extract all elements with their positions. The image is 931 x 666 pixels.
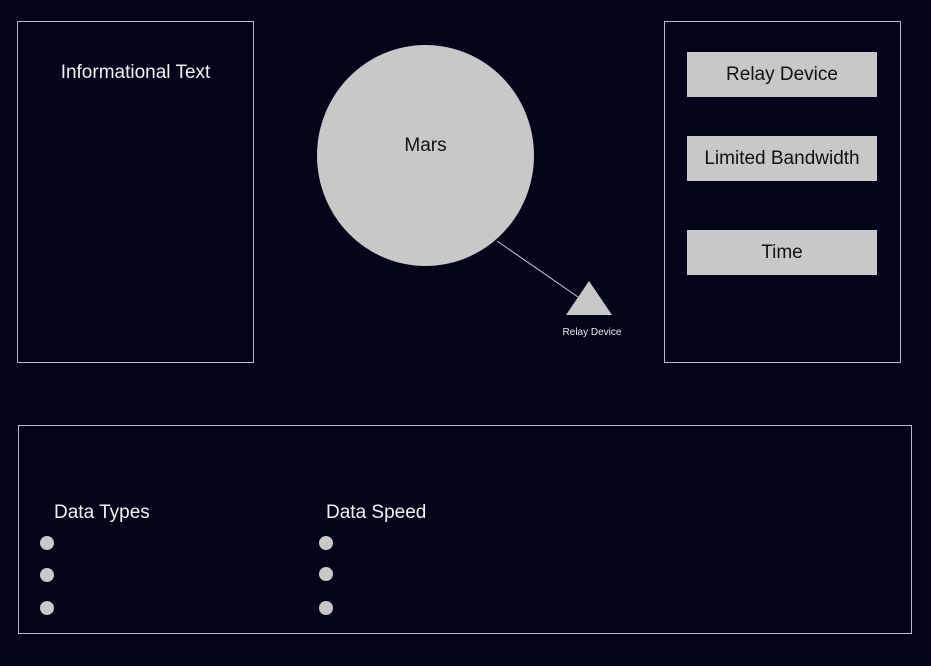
- data-types-bullet: [40, 568, 54, 582]
- limited-bandwidth-button[interactable]: Limited Bandwidth: [687, 136, 877, 181]
- relay-device-triangle-icon[interactable]: [566, 281, 612, 315]
- data-types-title: Data Types: [54, 502, 150, 523]
- data-speed-bullet: [319, 567, 333, 581]
- controls-panel: Relay Device Limited Bandwidth Time: [664, 21, 901, 363]
- data-speed-title: Data Speed: [326, 502, 427, 523]
- data-types-bullet: [40, 536, 54, 550]
- mars-relay-connection-line: [496, 240, 579, 298]
- relay-device-caption: Relay Device: [562, 327, 622, 338]
- data-speed-bullet: [319, 601, 333, 615]
- data-panel: Data Types Data Speed: [18, 425, 912, 634]
- relay-device-button[interactable]: Relay Device: [687, 52, 877, 97]
- time-button[interactable]: Time: [687, 230, 877, 275]
- data-speed-bullet: [319, 536, 333, 550]
- data-types-bullet: [40, 601, 54, 615]
